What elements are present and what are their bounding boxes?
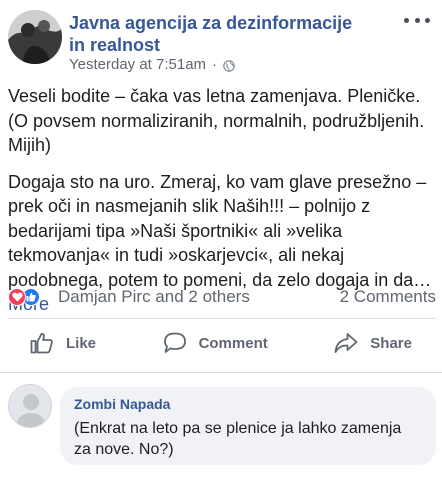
comment-bubble: Zombi Napada (Enkrat na leto pa se pleni… xyxy=(60,387,436,465)
thumbs-up-icon xyxy=(30,333,53,354)
post-meta: Yesterday at 7:51am · xyxy=(69,56,235,73)
divider xyxy=(0,372,442,373)
divider xyxy=(8,318,436,319)
post-timestamp[interactable]: Yesterday at 7:51am xyxy=(69,56,206,73)
love-reaction-icon xyxy=(8,288,26,306)
meta-separator: · xyxy=(212,56,218,73)
like-label: Like xyxy=(66,334,97,352)
comment-text: (Enkrat na leto pa se plenice ja lahko z… xyxy=(74,420,402,458)
page-name-link[interactable]: Javna agencija za dezinformacije in real… xyxy=(69,12,369,56)
like-button[interactable]: Like xyxy=(30,332,96,354)
comment-author-link[interactable]: Zombi Napada xyxy=(74,395,422,413)
post-paragraph-1: Veseli bodite – čaka vas letna zamenjava… xyxy=(8,86,425,155)
comments-count-link[interactable]: 2 Comments xyxy=(340,287,436,307)
more-dot xyxy=(414,17,420,23)
globe-icon xyxy=(223,59,235,72)
more-dot xyxy=(425,17,430,23)
comment-button[interactable]: Comment xyxy=(163,332,268,354)
page-avatar[interactable] xyxy=(8,10,62,64)
post-header: Javna agencija za dezinformacije in real… xyxy=(0,0,442,80)
comment-label: Comment xyxy=(198,334,268,352)
post-paragraph-2-text: Dogaja sto na uro. Zmeraj, ko vam glave … xyxy=(8,171,432,290)
share-arrow-icon xyxy=(334,333,358,353)
commenter-avatar[interactable] xyxy=(8,384,52,428)
speech-bubble-icon xyxy=(163,332,186,353)
more-options-icon[interactable] xyxy=(404,10,430,30)
more-dot xyxy=(404,17,409,23)
post-stats: Damjan Pirc and 2 others 2 Comments xyxy=(8,284,436,310)
share-button[interactable]: Share xyxy=(334,332,412,354)
share-label: Share xyxy=(370,334,412,352)
post-actions: Like Comment Share xyxy=(0,324,442,362)
reactors-summary[interactable]: Damjan Pirc and 2 others xyxy=(58,287,250,307)
reaction-icons[interactable] xyxy=(8,286,54,308)
